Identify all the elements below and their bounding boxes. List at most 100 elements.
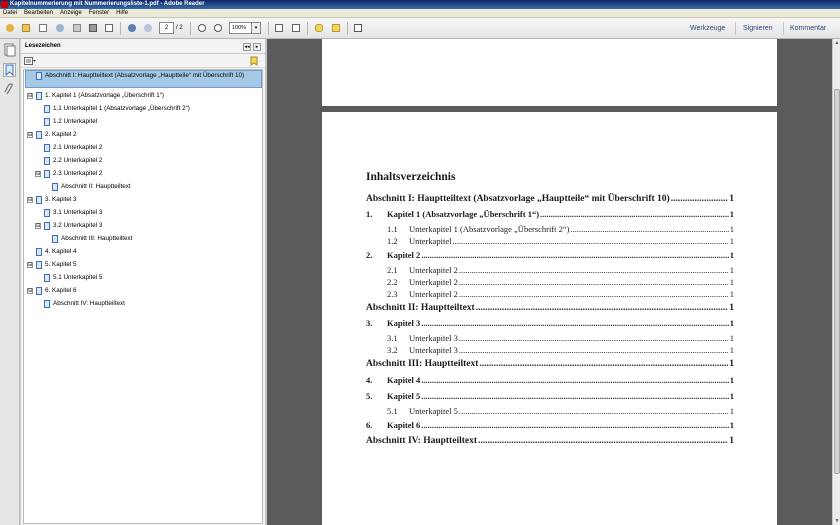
scrollbar-thumb[interactable]	[834, 89, 840, 474]
toc-entry[interactable]: Abschnitt IV: Hauptteiltext ............…	[366, 435, 734, 446]
bookmark-label: 3. Kapitel 3	[45, 196, 77, 203]
open-button[interactable]	[20, 22, 32, 34]
toc-dots: ........................................…	[540, 209, 729, 219]
toc-entry[interactable]: 3. Kapitel 3 ...........................…	[366, 317, 734, 328]
attachments-panel-button[interactable]	[3, 83, 16, 97]
edit-button[interactable]	[37, 22, 49, 34]
print-button[interactable]	[87, 22, 99, 34]
fit-page-button[interactable]	[273, 22, 285, 34]
fit-width-button[interactable]	[290, 22, 302, 34]
menu-datei[interactable]: Datei	[3, 9, 17, 17]
next-page-button[interactable]	[142, 22, 154, 34]
menu-bearbeiten[interactable]: Bearbeiten	[24, 9, 53, 17]
toc-entry[interactable]: Abschnitt II: Hauptteiltext ............…	[366, 302, 734, 313]
bookmark-label: 3.1 Unterkapitel 3	[53, 209, 103, 216]
toolbar-separator	[268, 22, 269, 35]
toc-dots: ........................................…	[421, 250, 729, 260]
expand-button[interactable]	[352, 22, 364, 34]
vertical-scrollbar[interactable]: ▲ ▼	[832, 39, 840, 525]
bookmark-icon	[44, 157, 50, 165]
create-pdf-button[interactable]	[4, 22, 16, 34]
collapse-toggle[interactable]: ⊟	[35, 223, 41, 229]
tab-kommentar[interactable]: Kommentar	[790, 22, 826, 35]
panel-header: Lesezeichen ◂◂ ▸	[21, 39, 265, 54]
toc-heading: Inhaltsverzeichnis	[366, 171, 456, 183]
toc-entry[interactable]: Abschnitt I: Hauptteiltext (Absatzvorlag…	[366, 193, 734, 204]
zoom-in-button[interactable]	[212, 22, 224, 34]
scroll-down-icon[interactable]: ▼	[833, 517, 840, 525]
create-pdf-icon	[6, 24, 14, 32]
toc-entry[interactable]: 2.3 Unterkapitel 2 .....................…	[387, 288, 734, 299]
save-button[interactable]	[71, 22, 83, 34]
toc-entry-number: 3.2	[387, 345, 398, 355]
bookmark-icon	[52, 183, 58, 191]
tab-werkzeuge[interactable]: Werkzeuge	[690, 22, 725, 35]
email-button[interactable]	[103, 22, 115, 34]
tab-signieren[interactable]: Signieren	[743, 22, 773, 35]
zoom-out-button[interactable]	[196, 22, 208, 34]
toc-entry[interactable]: 6. Kapitel 6 ...........................…	[366, 419, 734, 430]
toc-entry-text: Abschnitt III: Hauptteiltext	[366, 359, 479, 369]
toc-entry-number: 4.	[366, 375, 373, 385]
new-bookmark-icon[interactable]	[250, 56, 259, 66]
collapse-panel-button[interactable]: ◂◂	[243, 43, 251, 51]
scroll-up-icon[interactable]: ▲	[833, 39, 840, 47]
options-menu-icon[interactable]	[24, 57, 36, 65]
toc-entry-number: 3.1	[387, 333, 398, 343]
highlight-button[interactable]	[330, 22, 342, 34]
menu-bar: Datei Bearbeiten Anzeige Fenster Hilfe	[0, 9, 840, 18]
comment-button[interactable]	[313, 22, 325, 34]
menu-hilfe[interactable]: Hilfe	[116, 9, 128, 17]
bookmark-icon	[36, 248, 42, 256]
menu-anzeige[interactable]: Anzeige	[60, 9, 82, 17]
toc-entry[interactable]: 4. Kapitel 4 ...........................…	[366, 374, 734, 385]
pages-panel-button[interactable]	[3, 43, 16, 57]
toc-entry[interactable]: 3.1 Unterkapitel 3 .....................…	[387, 332, 734, 343]
bookmark-icon	[44, 300, 50, 308]
collapse-toggle[interactable]: ⊟	[27, 132, 33, 138]
close-panel-button[interactable]: ▸	[253, 43, 261, 51]
bookmark-icon	[44, 209, 50, 217]
cloud-button[interactable]	[54, 22, 66, 34]
toolbar-separator	[190, 22, 191, 35]
toc-page-number: 1	[729, 406, 734, 416]
bookmarks-panel-button[interactable]	[3, 63, 16, 77]
folder-icon	[22, 24, 30, 32]
toc-entry[interactable]: 3.2 Unterkapitel 3 .....................…	[387, 344, 734, 355]
toc-entry[interactable]: 1.1 Unterkapitel 1 (Absatzvorlage „Übers…	[387, 223, 734, 234]
previous-page-button[interactable]	[126, 22, 138, 34]
speech-bubble-icon	[315, 24, 323, 32]
toolbar-separator	[347, 22, 348, 35]
toc-page-number: 1	[729, 265, 734, 275]
zoom-dropdown[interactable]: ▾	[252, 22, 261, 34]
menu-fenster[interactable]: Fenster	[89, 9, 109, 17]
toc-entry-number: 3.	[366, 318, 373, 328]
zoom-input[interactable]: 100%	[229, 22, 252, 34]
bookmarks-panel: Lesezeichen ◂◂ ▸ Abschnitt I: Hauptteilt…	[21, 39, 265, 525]
bookmark-label: 2.1 Unterkapitel 2	[53, 144, 103, 151]
toc-entry[interactable]: 1. Kapitel 1 (Absatzvorlage „Überschrift…	[366, 208, 734, 219]
collapse-toggle[interactable]: ⊟	[27, 93, 33, 99]
toc-dots: ........................................…	[478, 436, 728, 446]
toc-dots: ........................................…	[570, 224, 729, 234]
toc-entry[interactable]: 1.2 Unterkapitel .......................…	[387, 235, 734, 246]
toc-entry[interactable]: 5. Kapitel 5 ...........................…	[366, 390, 734, 401]
adobe-reader-icon	[1, 1, 8, 8]
bookmark-abschnitt-1[interactable]: Abschnitt I: Hauptteiltext (Absatzvorlag…	[24, 71, 262, 89]
collapse-toggle[interactable]: ⊟	[27, 197, 33, 203]
toc-entry[interactable]: 2.1 Unterkapitel 2 .....................…	[387, 264, 734, 275]
toc-dots: ........................................…	[458, 345, 729, 355]
collapse-toggle[interactable]: ⊟	[35, 171, 41, 177]
bookmark-icon	[44, 274, 50, 282]
toc-entry[interactable]: 2. Kapitel 2 ...........................…	[366, 249, 734, 260]
collapse-toggle[interactable]: ⊟	[27, 288, 33, 294]
toc-entry[interactable]: Abschnitt III: Hauptteiltext ...........…	[366, 358, 734, 369]
bookmark-label: 4. Kapitel 4	[45, 248, 77, 255]
bookmark-label: Abschnitt I: Hauptteiltext (Absatzvorlag…	[45, 72, 245, 79]
toc-entry[interactable]: 5.1 Unterkapitel 5 .....................…	[387, 405, 734, 416]
toc-entry-text: Kapitel 1 (Absatzvorlage „Überschrift 1“…	[387, 209, 540, 219]
toc-entry[interactable]: 2.2 Unterkapitel 2 .....................…	[387, 276, 734, 287]
collapse-toggle[interactable]: ⊟	[27, 262, 33, 268]
page-number-input[interactable]: 2	[159, 22, 174, 34]
bookmark-label: Abschnitt III: Hauptteiltext	[61, 235, 133, 242]
